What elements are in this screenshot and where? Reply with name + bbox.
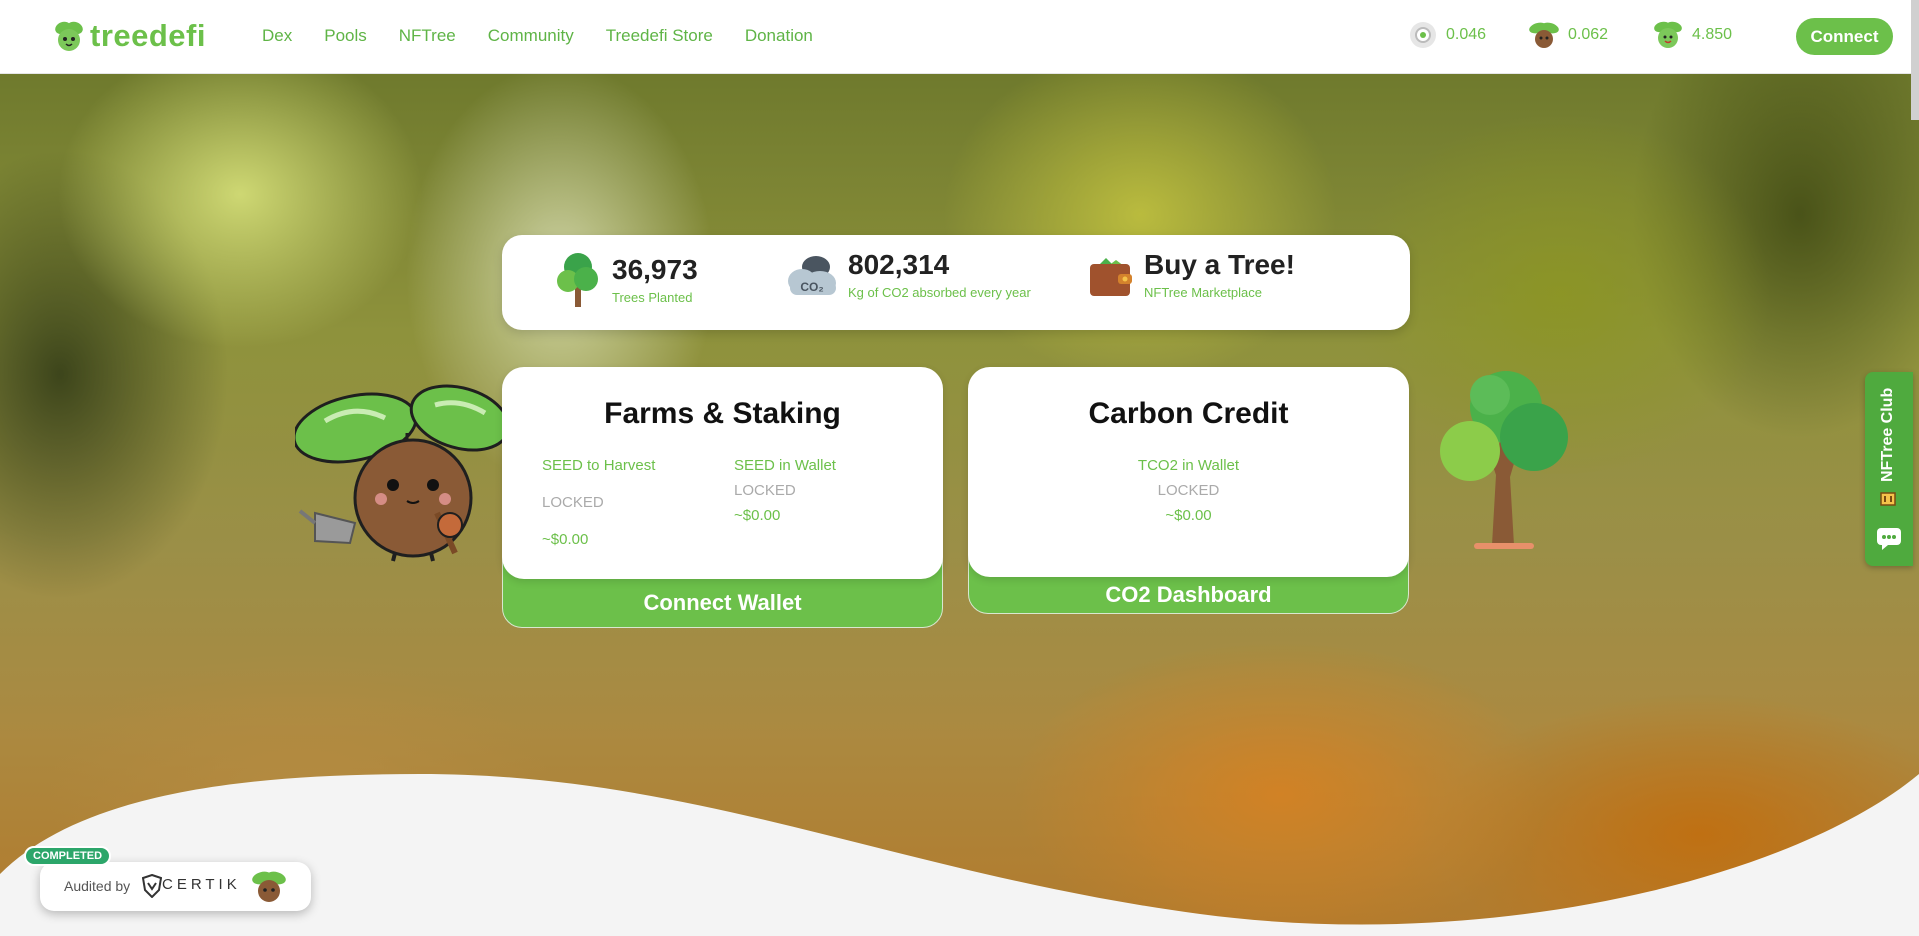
- nftree-club-label: NFTree Club: [1879, 387, 1896, 482]
- co2-dashboard-button[interactable]: CO2 Dashboard: [968, 582, 1409, 608]
- tco2-wallet-label: TCO2 in Wallet: [1137, 457, 1240, 474]
- co2-icon-label: CO₂: [800, 280, 823, 294]
- wave-decoration: [0, 774, 1919, 936]
- main-nav: Dex Pools NFTree Community Treedefi Stor…: [262, 26, 813, 46]
- logo-mascot-icon: [55, 21, 83, 51]
- tree-icon: [557, 253, 598, 307]
- farms-title: Farms & Staking: [604, 397, 841, 430]
- nav-pools[interactable]: Pools: [324, 26, 367, 46]
- crown-icon: [1880, 492, 1896, 506]
- seed-token-icon: [1410, 22, 1436, 48]
- logo-text: treedefi: [90, 18, 206, 53]
- stat-co2-absorbed: CO₂ 802,314 Kg of CO2 absorbed every yea…: [786, 251, 1031, 300]
- carbon-title: Carbon Credit: [1088, 397, 1289, 430]
- treedefi-token-icon: [1654, 21, 1682, 48]
- seed-wallet-usd: ~$0.00: [734, 507, 781, 524]
- token-treedefi-value: 4.850: [1692, 26, 1733, 43]
- tco2-wallet-status: LOCKED: [1157, 482, 1220, 499]
- nav-community[interactable]: Community: [488, 26, 574, 46]
- certik-shield-icon: [142, 874, 162, 898]
- token-tree[interactable]: 0.062: [1528, 20, 1608, 50]
- seed-harvest-usd: ~$0.00: [542, 531, 589, 548]
- token-seed-value: 0.046: [1446, 26, 1487, 43]
- tree-token-icon: [1529, 22, 1559, 48]
- seed-harvest-status: LOCKED: [542, 494, 604, 511]
- audited-by-label: Audited by: [64, 878, 131, 894]
- nav-donation[interactable]: Donation: [745, 26, 813, 46]
- tco2-wallet-usd: ~$0.00: [1165, 507, 1212, 524]
- page-scrollbar[interactable]: [1911, 0, 1919, 120]
- token-seed[interactable]: 0.046: [1408, 20, 1486, 50]
- farms-card-body: Farms & Staking SEED to Harvest LOCKED ~…: [502, 367, 943, 579]
- audit-mascot-icon: [252, 871, 286, 902]
- stats-bar: 36,973 Trees Planted CO₂ 802,314 Kg of C…: [502, 235, 1410, 330]
- wallet-icon: [1090, 257, 1132, 296]
- audit-completed-badge: COMPLETED: [24, 846, 112, 866]
- connect-button[interactable]: Connect: [1796, 18, 1893, 55]
- buy-tree-title: Buy a Tree!: [1144, 249, 1295, 280]
- nav-treedefi-store[interactable]: Treedefi Store: [606, 26, 713, 46]
- seed-harvest-label: SEED to Harvest: [542, 457, 656, 474]
- co2-label: Kg of CO2 absorbed every year: [848, 285, 1031, 300]
- token-treedefi[interactable]: 4.850: [1652, 20, 1732, 50]
- connect-wallet-button[interactable]: Connect Wallet: [502, 590, 943, 616]
- co2-value: 802,314: [848, 249, 950, 280]
- seed-wallet-status: LOCKED: [734, 482, 796, 499]
- tree-illustration: [1440, 371, 1568, 549]
- buy-tree-label: NFTree Marketplace: [1144, 285, 1262, 300]
- stat-buy-tree[interactable]: Buy a Tree! NFTree Marketplace: [1088, 251, 1295, 300]
- seed-wallet-label: SEED in Wallet: [734, 457, 836, 474]
- co2-cloud-icon: CO₂: [788, 255, 836, 295]
- certik-audit-widget[interactable]: Audited by CERTIK: [40, 862, 311, 911]
- top-header: treedefi Dex Pools NFTree Community Tree…: [0, 0, 1919, 74]
- nftree-club-tab[interactable]: NFTree Club: [1865, 372, 1913, 566]
- logo[interactable]: treedefi: [54, 18, 206, 54]
- seed-mascot-illustration: [295, 384, 511, 562]
- certik-wordmark: CERTIK: [162, 876, 241, 893]
- chat-icon: [1877, 528, 1901, 550]
- carbon-card-body: Carbon Credit TCO2 in Wallet LOCKED ~$0.…: [968, 367, 1409, 577]
- nav-nftree[interactable]: NFTree: [399, 26, 456, 46]
- token-tree-value: 0.062: [1568, 26, 1609, 43]
- trees-planted-value: 36,973: [612, 253, 698, 285]
- nav-dex[interactable]: Dex: [262, 26, 292, 46]
- trees-planted-label: Trees Planted: [612, 289, 693, 305]
- stat-trees-planted: 36,973 Trees Planted: [554, 251, 698, 309]
